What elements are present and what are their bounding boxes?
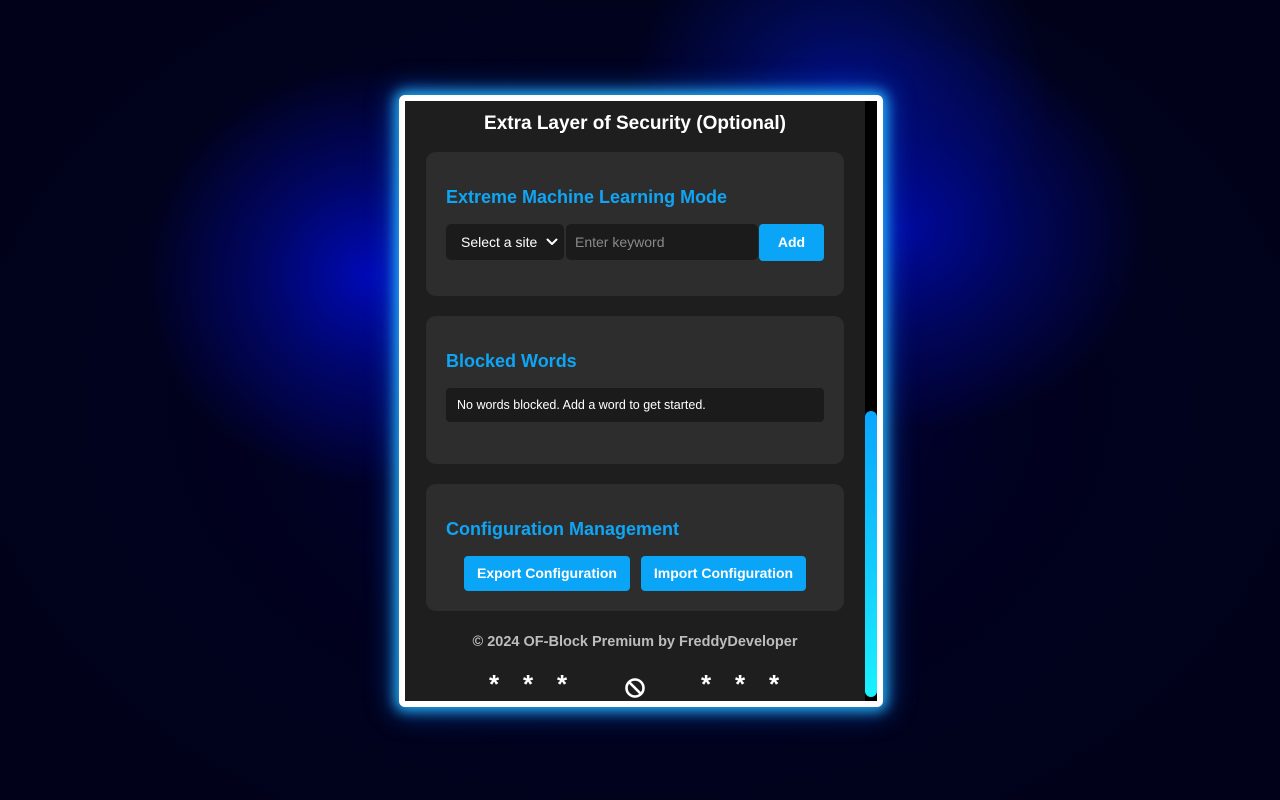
decoration-left-stars: * * * bbox=[477, 671, 579, 697]
scrollbar-thumb[interactable] bbox=[865, 411, 877, 697]
star-glyph: * bbox=[488, 669, 500, 699]
config-card: Configuration Management Export Configur… bbox=[426, 484, 844, 611]
blocked-words-card: Blocked Words No words blocked. Add a wo… bbox=[426, 316, 844, 464]
blocked-words-empty-message: No words blocked. Add a word to get star… bbox=[446, 388, 824, 422]
decoration-right-stars: * * * bbox=[689, 671, 791, 697]
star-glyph: * bbox=[700, 669, 712, 699]
keyword-input[interactable] bbox=[566, 224, 758, 260]
ml-mode-title: Extreme Machine Learning Mode bbox=[446, 187, 728, 207]
scrollbar-track[interactable] bbox=[865, 101, 877, 701]
star-glyph: * bbox=[556, 669, 568, 699]
blocked-words-title: Blocked Words bbox=[446, 351, 577, 371]
footer-copyright: © 2024 OF-Block Premium by FreddyDevelop… bbox=[472, 634, 798, 650]
popup-window: Extra Layer of Security (Optional) Extre… bbox=[399, 95, 883, 707]
page-title: Extra Layer of Security (Optional) bbox=[484, 113, 786, 134]
site-select-value: Select a site bbox=[461, 234, 538, 250]
block-icon bbox=[624, 677, 646, 699]
ml-mode-card: Extreme Machine Learning Mode Select a s… bbox=[426, 152, 844, 296]
config-title: Configuration Management bbox=[446, 519, 679, 539]
site-select[interactable]: Select a site bbox=[446, 224, 564, 260]
star-glyph: * bbox=[734, 669, 746, 699]
star-glyph: * bbox=[768, 669, 780, 699]
chevron-down-icon bbox=[546, 224, 558, 260]
popup-content: Extra Layer of Security (Optional) Extre… bbox=[405, 101, 865, 701]
import-config-button[interactable]: Import Configuration bbox=[641, 556, 806, 591]
star-glyph: * bbox=[522, 669, 534, 699]
export-config-button[interactable]: Export Configuration bbox=[464, 556, 630, 591]
add-button[interactable]: Add bbox=[759, 224, 824, 261]
